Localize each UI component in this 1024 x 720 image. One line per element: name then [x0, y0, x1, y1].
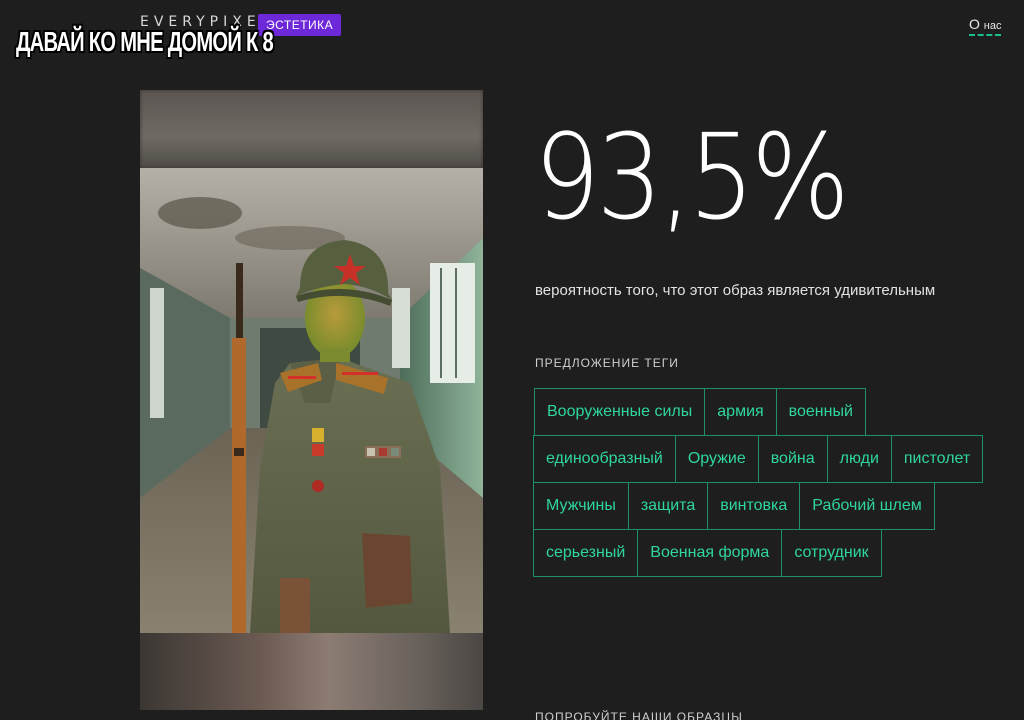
tag-chip[interactable]: винтовка	[707, 482, 801, 530]
photo-blur-bottom	[140, 633, 483, 710]
meme-caption: ДАВАЙ КО МНЕ ДОМОЙ К 8	[16, 26, 274, 57]
tag-chip[interactable]: Военная форма	[637, 529, 783, 577]
page: EVERYPIXEL ЭСТЕТИКА О нас ДАВАЙ КО МНЕ Д…	[0, 0, 1024, 720]
tag-list: Вооруженные силы армия военный единообразны…	[533, 388, 994, 577]
soldier-photo	[140, 168, 483, 633]
tag-chip[interactable]: Рабочий шлем	[799, 482, 935, 530]
score-caption: вероятность того, что этот образ являетс…	[535, 282, 936, 299]
tag-chip[interactable]: сотрудник	[781, 529, 882, 577]
tag-chip[interactable]: пистолет	[890, 435, 984, 483]
tag-chip[interactable]: защита	[627, 482, 709, 530]
tag-chip[interactable]: люди	[826, 435, 892, 483]
tags-section-title: ПРЕДЛОЖЕНИЕ ТЕГИ	[535, 356, 679, 370]
tag-chip[interactable]: Оружие	[674, 435, 759, 483]
tag-chip[interactable]: Мужчины	[533, 482, 629, 530]
tag-chip[interactable]: серьезный	[533, 529, 639, 577]
score-value: 93,5%	[534, 108, 850, 246]
tag-chip[interactable]: война	[757, 435, 828, 483]
photo-blur-top	[140, 90, 483, 168]
about-link-letter: О	[969, 16, 980, 32]
samples-section-title: ПОПРОБУЙТЕ НАШИ ОБРАЗЦЫ	[535, 710, 743, 720]
tag-chip[interactable]: единообразный	[533, 435, 676, 483]
about-link-text: нас	[983, 20, 1002, 32]
tag-chip[interactable]: Вооруженные силы	[534, 388, 706, 436]
uploaded-photo	[140, 90, 483, 710]
tag-chip[interactable]: армия	[704, 388, 777, 436]
about-link[interactable]: О нас	[969, 16, 1002, 36]
tag-chip[interactable]: военный	[775, 388, 866, 436]
